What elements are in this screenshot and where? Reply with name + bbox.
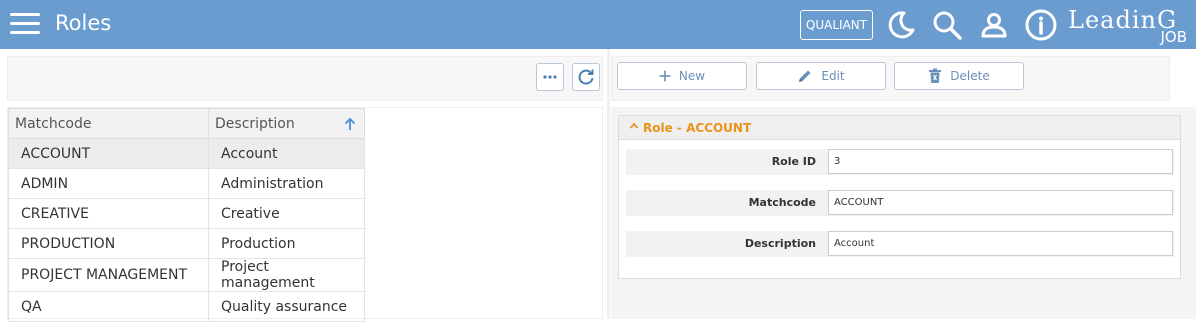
cell-description: Creative xyxy=(208,198,365,229)
field-label: Description xyxy=(744,237,816,250)
logo-line2: JOB xyxy=(1160,28,1187,46)
cell-matchcode: PRODUCTION xyxy=(8,228,209,259)
cell-description: Account xyxy=(208,138,365,169)
edit-button-label: Edit xyxy=(821,69,845,83)
page-title: Roles xyxy=(55,11,112,35)
new-button[interactable]: New xyxy=(617,62,747,90)
delete-button-label: Delete xyxy=(950,69,990,83)
qualiant-button[interactable]: QUALIANT xyxy=(800,10,873,40)
pencil-icon xyxy=(799,70,811,82)
column-header-label: Matchcode xyxy=(15,115,92,132)
refresh-icon xyxy=(578,69,594,85)
field-row-matchcode: Matchcode xyxy=(626,190,1174,216)
role-detail-panel: Role - ACCOUNT Role ID Matchcode Descrip… xyxy=(618,115,1181,279)
edit-button[interactable]: Edit xyxy=(756,62,886,90)
cell-matchcode: ACCOUNT xyxy=(8,138,209,169)
column-header-description[interactable]: Description xyxy=(208,108,365,139)
matchcode-field[interactable] xyxy=(828,190,1173,215)
cell-matchcode: ADMIN xyxy=(8,168,209,199)
search-icon[interactable] xyxy=(930,8,964,42)
cell-description: Quality assurance xyxy=(208,291,365,322)
cell-description: Project management xyxy=(208,258,365,292)
panel-header[interactable]: Role - ACCOUNT xyxy=(619,116,1180,140)
menu-icon[interactable] xyxy=(10,13,40,37)
trash-icon xyxy=(929,68,942,83)
field-row-role-id: Role ID xyxy=(626,149,1174,175)
panel-divider[interactable] xyxy=(607,49,610,319)
new-button-label: New xyxy=(678,69,706,83)
role-id-field[interactable] xyxy=(828,149,1173,174)
plus-icon xyxy=(659,70,671,82)
moon-icon[interactable] xyxy=(884,8,918,42)
more-icon xyxy=(543,75,557,79)
info-icon[interactable] xyxy=(1024,8,1058,42)
table-row[interactable]: PRODUCTION Production xyxy=(8,228,365,259)
table-row[interactable]: QA Quality assurance xyxy=(8,291,365,322)
app-header: Roles QUALIANT LeadinG JOB xyxy=(0,0,1196,49)
roles-table: Matchcode Description ACCOUNT Account AD… xyxy=(8,108,365,322)
refresh-button[interactable] xyxy=(572,63,600,91)
roles-list-area: Matchcode Description ACCOUNT Account AD… xyxy=(7,107,603,322)
detail-area: Role - ACCOUNT Role ID Matchcode Descrip… xyxy=(611,107,1196,319)
user-icon[interactable] xyxy=(977,8,1011,42)
field-label: Role ID xyxy=(771,155,816,168)
cell-description: Production xyxy=(208,228,365,259)
list-toolbar xyxy=(7,56,603,101)
table-row[interactable]: PROJECT MANAGEMENT Project management xyxy=(8,258,365,292)
more-button[interactable] xyxy=(536,63,564,91)
panel-title: Role - ACCOUNT xyxy=(643,121,752,135)
table-row[interactable]: CREATIVE Creative xyxy=(8,198,365,229)
cell-matchcode: PROJECT MANAGEMENT xyxy=(8,258,209,292)
column-header-matchcode[interactable]: Matchcode xyxy=(8,108,209,139)
cell-description: Administration xyxy=(208,168,365,199)
description-field[interactable] xyxy=(828,231,1173,256)
table-row[interactable]: ADMIN Administration xyxy=(8,168,365,199)
cell-matchcode: QA xyxy=(8,291,209,322)
chevron-up-icon[interactable] xyxy=(629,121,639,131)
field-row-description: Description xyxy=(626,231,1174,257)
detail-toolbar: New Edit Delete xyxy=(611,56,1170,101)
delete-button[interactable]: Delete xyxy=(894,62,1024,90)
field-label: Matchcode xyxy=(748,196,816,209)
cell-matchcode: CREATIVE xyxy=(8,198,209,229)
table-row[interactable]: ACCOUNT Account xyxy=(8,138,365,169)
column-header-label: Description xyxy=(215,115,295,132)
leading-job-logo: LeadinG JOB xyxy=(1068,6,1193,46)
arrow-up-icon[interactable] xyxy=(344,117,356,131)
